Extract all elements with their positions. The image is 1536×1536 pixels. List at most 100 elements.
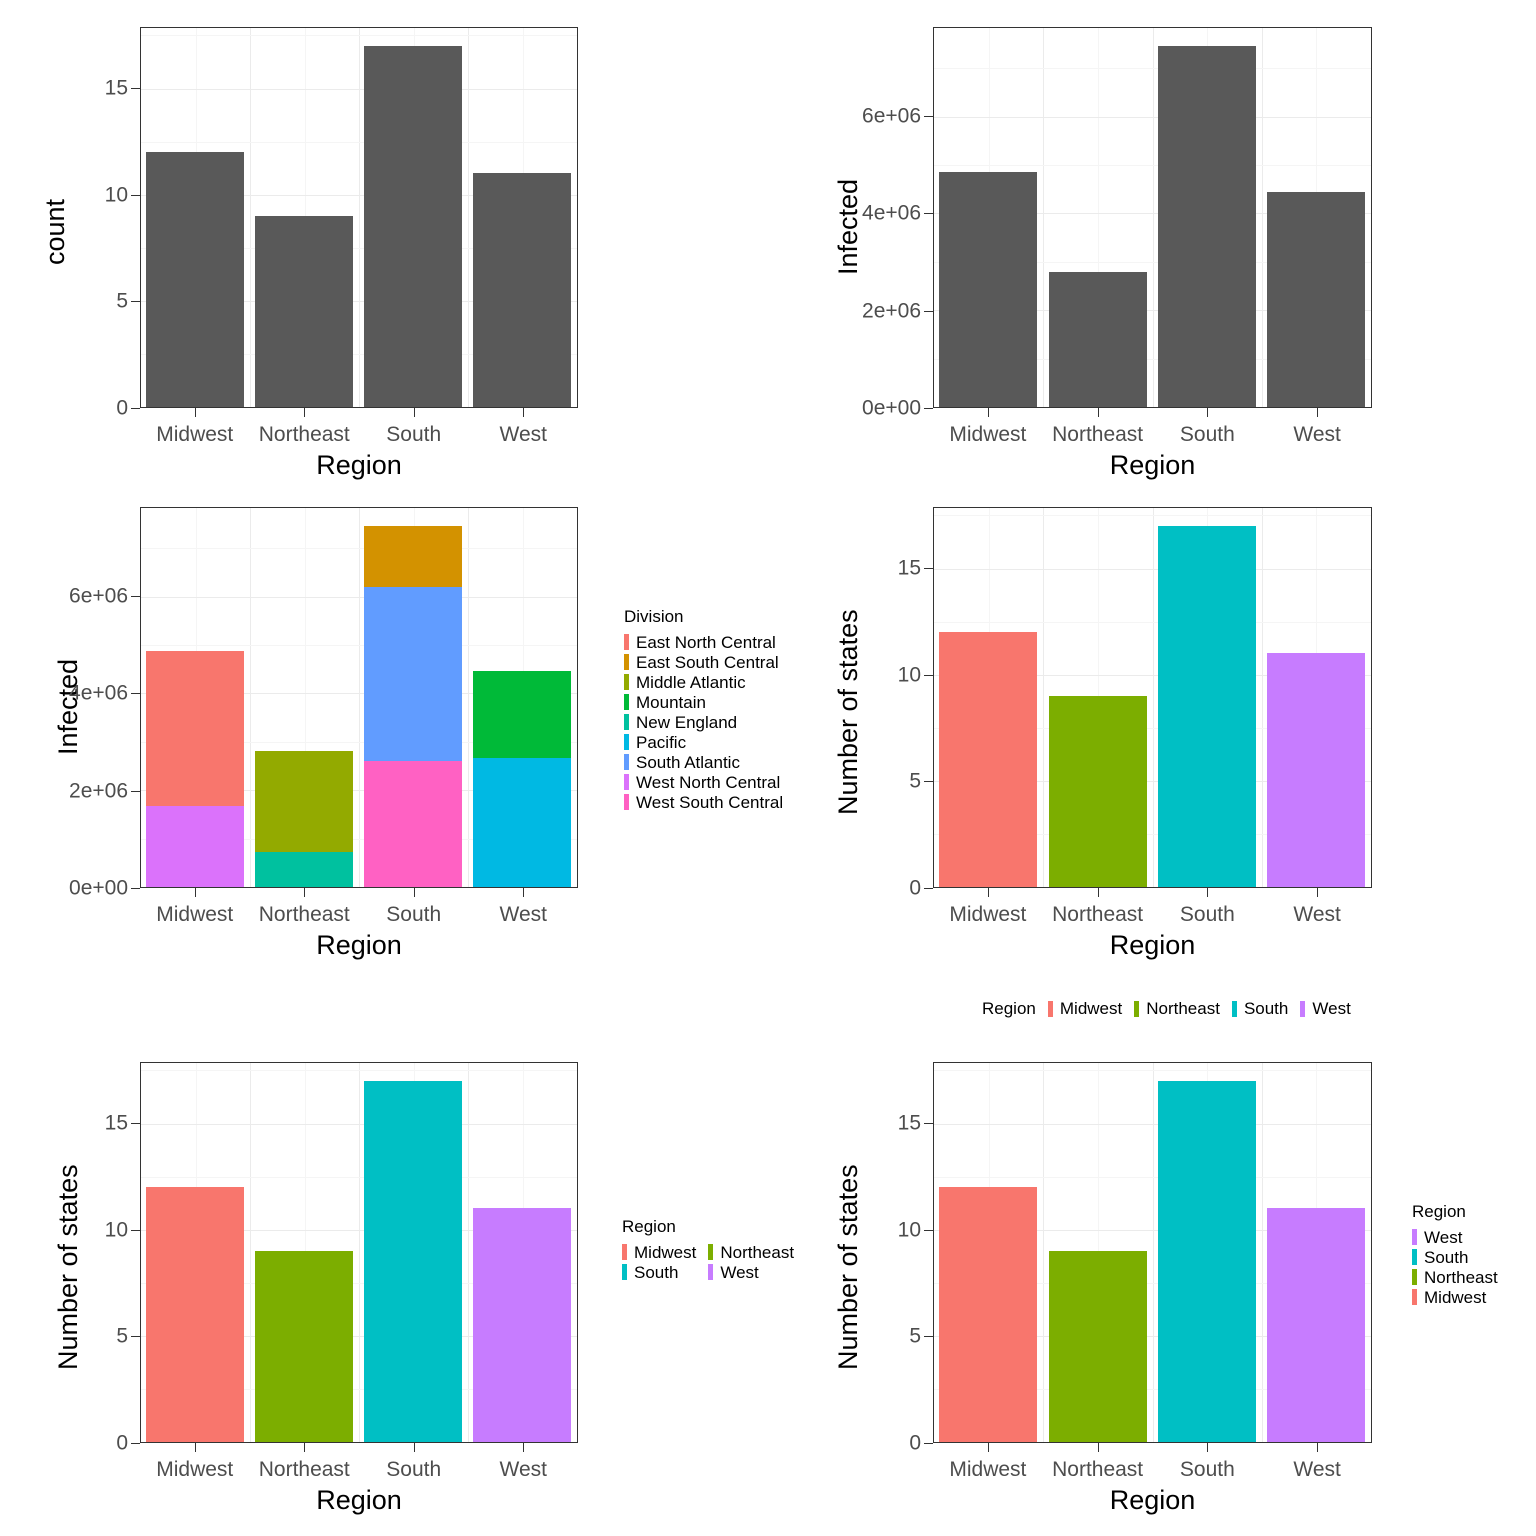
bar-midwest[interactable] <box>939 1187 1037 1442</box>
bar-south[interactable] <box>1158 46 1256 407</box>
bar-northeast[interactable] <box>255 751 353 887</box>
legend-key-swatch <box>624 714 629 730</box>
x-axis-tick-label: Midwest <box>949 903 1027 926</box>
bar-west[interactable] <box>1267 1208 1365 1442</box>
bar-segment[interactable] <box>473 758 571 887</box>
bar-northeast[interactable] <box>1049 696 1147 887</box>
x-axis-tick-label: Northeast <box>258 903 350 926</box>
legend-item[interactable]: South <box>1231 1000 1288 1017</box>
bar-northeast[interactable] <box>1049 272 1147 407</box>
y-axis-tick-label: 15 <box>104 76 128 100</box>
x-axis-tick-label: West <box>1293 423 1341 446</box>
x-axis-tick-mark <box>523 888 524 897</box>
bar-northeast[interactable] <box>255 216 353 407</box>
x-axis-tick-label: West <box>1293 903 1341 926</box>
legend-item[interactable]: West <box>1300 1000 1351 1017</box>
x-axis-tick-mark <box>1207 888 1208 897</box>
x-axis-tick-mark <box>988 888 989 897</box>
x-axis-tick-mark <box>523 1443 524 1452</box>
y-axis-tick-label: 5 <box>909 769 921 793</box>
bar-south[interactable] <box>364 1081 462 1442</box>
bar-west[interactable] <box>473 1208 571 1442</box>
x-axis-tick-mark <box>1098 1443 1099 1452</box>
chart-panel-4: Number of states Region 0 5 10 15 Midwest No… <box>780 480 1400 970</box>
legend-item[interactable]: South Atlantic <box>624 752 783 772</box>
bar-south[interactable] <box>364 526 462 887</box>
legend-item[interactable]: Midwest <box>622 1242 696 1262</box>
legend-item[interactable]: Northeast <box>1412 1267 1498 1287</box>
legend-item[interactable]: West South Central <box>624 792 783 812</box>
bar-segment[interactable] <box>146 651 244 806</box>
bar-west[interactable] <box>1267 192 1365 407</box>
bar-midwest[interactable] <box>939 632 1037 887</box>
legend-item[interactable]: Pacific <box>624 732 783 752</box>
x-axis-tick-mark <box>414 888 415 897</box>
gridline-minor-horizontal <box>934 1070 1371 1071</box>
bar-midwest[interactable] <box>146 152 244 407</box>
y-axis-tick-mark <box>924 213 933 214</box>
bar-midwest[interactable] <box>146 651 244 887</box>
chart-panel-6: Number of states Region 0 5 10 15 Midwest No… <box>780 1035 1400 1525</box>
x-axis-tick-mark <box>1098 888 1099 897</box>
legend-item[interactable]: Mountain <box>624 692 783 712</box>
legend-item[interactable]: East North Central <box>624 632 783 652</box>
bar-segment[interactable] <box>364 586 462 761</box>
x-axis-tick-mark <box>195 408 196 417</box>
bar-south[interactable] <box>1158 526 1256 887</box>
legend-item-label: Midwest <box>1424 1287 1487 1307</box>
legend-item[interactable]: Midwest <box>1412 1287 1498 1307</box>
legend-item[interactable]: South <box>1412 1247 1498 1267</box>
gridline-major-vertical <box>1043 1063 1044 1442</box>
gridline-major-vertical <box>1153 508 1154 887</box>
gridline-major-horizontal <box>934 117 1371 118</box>
legend-item[interactable]: New England <box>624 712 783 732</box>
legend-item[interactable]: West North Central <box>624 772 783 792</box>
legend-item[interactable]: East South Central <box>624 652 783 672</box>
bar-west[interactable] <box>473 173 571 407</box>
legend-region-reversed-title: Region <box>1412 1202 1466 1221</box>
y-axis-tick-mark <box>131 693 140 694</box>
bar-segment[interactable] <box>364 526 462 587</box>
x-axis-tick-label: South <box>386 1458 442 1481</box>
bar-south[interactable] <box>1158 1081 1256 1442</box>
bar-midwest[interactable] <box>939 172 1037 407</box>
y-axis-tick-mark <box>924 568 933 569</box>
bar-segment[interactable] <box>364 760 462 887</box>
bar-south[interactable] <box>364 46 462 407</box>
y-axis-tick-mark <box>924 1336 933 1337</box>
bar-segment[interactable] <box>146 806 244 887</box>
bar-segment[interactable] <box>473 671 571 758</box>
legend-key-swatch <box>624 674 629 690</box>
gridline-minor-horizontal <box>934 165 1371 166</box>
legend-item[interactable]: South <box>622 1262 696 1282</box>
legend-item[interactable]: Midwest <box>1047 999 1123 1018</box>
y-axis-tick-mark <box>924 116 933 117</box>
bar-segment[interactable] <box>255 852 353 887</box>
gridline-major-vertical <box>1262 28 1263 407</box>
panel-2-y-axis: 0e+00 2e+06 4e+06 6e+06 <box>780 0 933 490</box>
bar-west[interactable] <box>473 671 571 887</box>
bar-segment[interactable] <box>255 751 353 852</box>
gridline-major-horizontal <box>141 597 577 598</box>
legend-item[interactable]: Middle Atlantic <box>624 672 783 692</box>
y-axis-tick-label: 0 <box>909 1431 921 1455</box>
x-axis-tick-mark <box>304 888 305 897</box>
chart-panel-2: Infected Region 0e+00 2e+06 4e+06 6e+06 Mid… <box>780 0 1400 490</box>
y-axis-tick-label: 4e+06 <box>69 681 128 705</box>
bar-northeast[interactable] <box>1049 1251 1147 1442</box>
bar-west[interactable] <box>1267 653 1365 887</box>
x-axis-tick-label: West <box>499 1458 547 1481</box>
panel-1-plot-area <box>140 27 578 408</box>
bar-midwest[interactable] <box>146 1187 244 1442</box>
gridline-minor-horizontal <box>934 622 1371 623</box>
gridline-minor-horizontal <box>934 68 1371 69</box>
legend-item-label: Midwest <box>1059 999 1123 1018</box>
legend-item-label: East South Central <box>636 652 779 672</box>
legend-item[interactable]: West <box>1412 1227 1498 1247</box>
x-axis-tick-label: Northeast <box>258 423 350 446</box>
x-axis-tick-label: Midwest <box>156 423 234 446</box>
bar-northeast[interactable] <box>255 1251 353 1442</box>
x-axis-tick-label: Midwest <box>949 423 1027 446</box>
y-axis-tick-mark <box>131 88 140 89</box>
legend-item[interactable]: Northeast <box>1134 1000 1220 1017</box>
